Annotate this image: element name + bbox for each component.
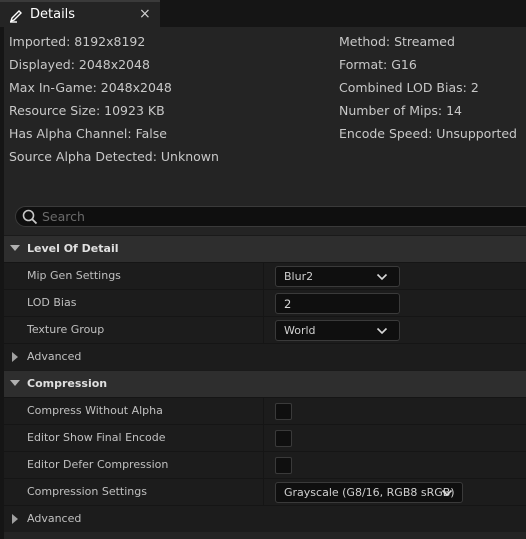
mip-gen-settings-dropdown[interactable]: Blur2 <box>275 266 400 287</box>
property-label: Compress Without Alpha <box>27 404 163 417</box>
advanced-label: Advanced <box>27 350 82 363</box>
search-input[interactable] <box>42 208 522 225</box>
chevron-right-icon <box>12 514 18 524</box>
chevron-down-icon <box>10 245 20 251</box>
details-panel: Level Of Detail Mip Gen Settings Blur2 L… <box>4 199 526 539</box>
editor-show-final-encode-checkbox[interactable] <box>275 430 292 447</box>
column-separator <box>263 398 264 425</box>
property-compression-settings: Compression Settings Grayscale (G8/16, R… <box>4 478 526 506</box>
property-label: Texture Group <box>27 323 105 336</box>
dropdown-value: Blur2 <box>284 270 314 283</box>
property-label: Compression Settings <box>27 485 147 498</box>
compression-advanced-expander[interactable]: Advanced <box>4 505 526 532</box>
property-texture-group: Texture Group World <box>4 316 526 344</box>
dropdown-value: Grayscale (G8/16, RGB8 sRGB) <box>284 486 455 499</box>
lod-bias-input[interactable]: 2 <box>275 293 400 314</box>
info-has-alpha: Has Alpha Channel: False <box>9 126 167 141</box>
editor-defer-compression-checkbox[interactable] <box>275 457 292 474</box>
lod-bias-value: 2 <box>284 297 292 311</box>
lod-advanced-expander[interactable]: Advanced <box>4 343 526 370</box>
advanced-label: Advanced <box>27 512 82 525</box>
search-box[interactable] <box>15 206 526 227</box>
property-mip-gen-settings: Mip Gen Settings Blur2 <box>4 262 526 290</box>
chevron-down-icon <box>376 327 388 335</box>
tab-bar: Details × <box>0 0 526 27</box>
category-compression[interactable]: Compression <box>4 370 526 397</box>
category-label: Compression <box>27 377 108 390</box>
column-separator <box>263 263 264 290</box>
chevron-down-icon <box>10 380 20 386</box>
info-combined-lod-bias: Combined LOD Bias: 2 <box>339 80 479 95</box>
compress-without-alpha-checkbox[interactable] <box>275 403 292 420</box>
search-icon <box>22 209 38 225</box>
info-source-alpha: Source Alpha Detected: Unknown <box>9 149 219 164</box>
info-max-in-game: Max In-Game: 2048x2048 <box>9 80 172 95</box>
column-separator <box>263 425 264 452</box>
dropdown-value: World <box>284 324 316 337</box>
chevron-down-icon <box>441 489 453 497</box>
compression-settings-dropdown[interactable]: Grayscale (G8/16, RGB8 sRGB) <box>275 482 463 503</box>
info-resource-size: Resource Size: 10923 KB <box>9 103 165 118</box>
info-displayed: Displayed: 2048x2048 <box>9 57 150 72</box>
tab-details[interactable]: Details × <box>0 0 160 27</box>
category-label: Level Of Detail <box>27 242 119 255</box>
property-editor-defer-compression: Editor Defer Compression <box>4 451 526 479</box>
close-icon[interactable]: × <box>139 6 151 22</box>
property-label: Mip Gen Settings <box>27 269 121 282</box>
tab-title: Details <box>30 7 76 22</box>
info-encode-speed: Encode Speed: Unsupported <box>339 126 517 141</box>
property-label: Editor Defer Compression <box>27 458 169 471</box>
column-separator <box>263 452 264 479</box>
column-separator <box>263 479 264 506</box>
chevron-right-icon <box>12 352 18 362</box>
info-number-of-mips: Number of Mips: 14 <box>339 103 463 118</box>
texture-info-panel: Imported: 8192x8192 Displayed: 2048x2048… <box>4 27 526 199</box>
property-lod-bias: LOD Bias 2 <box>4 289 526 317</box>
property-compress-without-alpha: Compress Without Alpha <box>4 397 526 425</box>
info-format: Format: G16 <box>339 57 417 72</box>
info-imported: Imported: 8192x8192 <box>9 34 146 49</box>
texture-group-dropdown[interactable]: World <box>275 320 400 341</box>
property-label: Editor Show Final Encode <box>27 431 166 444</box>
category-level-of-detail[interactable]: Level Of Detail <box>4 235 526 262</box>
pencil-icon <box>9 10 22 23</box>
property-label: LOD Bias <box>27 296 77 309</box>
property-editor-show-final-encode: Editor Show Final Encode <box>4 424 526 452</box>
column-separator <box>263 290 264 317</box>
column-separator <box>263 317 264 344</box>
chevron-down-icon <box>376 273 388 281</box>
info-method: Method: Streamed <box>339 34 455 49</box>
